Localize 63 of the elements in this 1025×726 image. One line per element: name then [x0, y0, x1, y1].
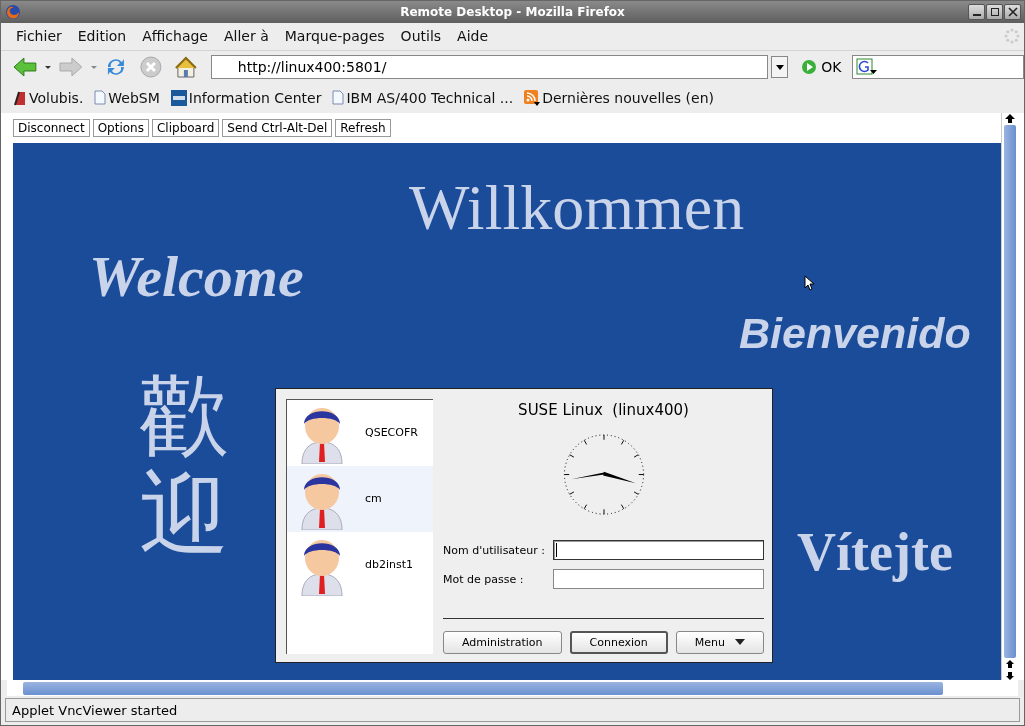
menu-item[interactable]: Aide	[449, 28, 497, 45]
greeting-text: 歡迎	[139, 364, 229, 563]
bookmark-item[interactable]: Volubis.	[13, 89, 84, 106]
caret-icon	[735, 638, 745, 647]
user-item[interactable]: cm	[287, 465, 433, 532]
bookmark-item[interactable]: WebSM	[94, 89, 160, 106]
menu-item[interactable]: Aller à	[216, 28, 277, 45]
minimize-button[interactable]	[968, 3, 985, 20]
throbber-icon	[1004, 28, 1020, 45]
close-icon	[1007, 6, 1018, 17]
go-button[interactable]: OK	[791, 58, 850, 75]
vnc-button[interactable]: Disconnect	[13, 118, 90, 137]
vnc-button[interactable]: Send Ctrl-Alt-Del	[222, 118, 333, 137]
firefox-logo-icon	[5, 3, 21, 20]
bookmark-logo-icon	[13, 89, 27, 106]
bookmark-item[interactable]: Dernières nouvelles (en)	[524, 89, 714, 106]
menu-item[interactable]: Outils	[392, 28, 450, 45]
search-engine-icon[interactable]	[856, 57, 879, 76]
bookmark-item[interactable]: IBM AS/400 Technical ...	[332, 89, 514, 106]
caret-icon	[774, 62, 785, 71]
up-arrow-icon[interactable]	[1005, 112, 1015, 123]
play-icon	[801, 58, 818, 75]
login-button[interactable]: Connexion	[569, 630, 668, 654]
minimize-icon	[972, 13, 981, 16]
input-field[interactable]	[553, 540, 764, 561]
bookmark-logo-icon	[170, 89, 187, 106]
dropdown-button[interactable]	[771, 55, 789, 78]
greeting-text: Vítejte	[797, 520, 953, 583]
maximize-button[interactable]	[986, 3, 1003, 20]
vnc-button[interactable]: Refresh	[335, 118, 391, 137]
field-label: Mot de passe :	[443, 572, 525, 586]
user-item[interactable]: db2inst1	[287, 531, 433, 598]
greeting-text: Willkommen	[409, 170, 745, 245]
login-button[interactable]: Menu	[675, 630, 764, 654]
vertical-scrollbar[interactable]	[1001, 112, 1018, 681]
menu-item[interactable]: Fichier	[8, 28, 70, 45]
window-title: Remote Desktop - Mozilla Firefox	[400, 4, 625, 19]
up-down-arrow-icon[interactable]	[1005, 660, 1015, 681]
page-icon	[94, 90, 107, 106]
user-item[interactable]: QSECOFR	[287, 399, 433, 466]
address-field[interactable]: http://linux400:5801/	[210, 54, 769, 79]
status-text: Applet VncViewer started	[5, 698, 1020, 722]
back-arrow-icon[interactable]	[12, 54, 38, 79]
rss-feed-icon	[524, 89, 541, 106]
menu-item[interactable]: Affichage	[134, 28, 216, 45]
mouse-cursor-icon	[804, 274, 814, 291]
host-title: SUSE Linux (linux400)	[517, 400, 690, 419]
greeting-text: Bienvenido	[739, 308, 971, 358]
home-icon[interactable]	[173, 54, 199, 79]
search-field[interactable]	[852, 54, 1024, 79]
horizontal-scrollbar[interactable]	[7, 680, 1018, 697]
page-icon	[332, 90, 345, 106]
field-label: Nom d'utilisateur :	[443, 543, 546, 557]
login-button[interactable]: Administration	[443, 630, 562, 654]
maximize-icon	[989, 6, 1000, 17]
vnc-button[interactable]: Clipboard	[152, 118, 220, 137]
menu-item[interactable]: Edition	[69, 28, 135, 45]
vnc-button[interactable]: Options	[92, 118, 149, 137]
menu-item[interactable]: Marque-pages	[276, 28, 393, 45]
input-field[interactable]	[553, 569, 764, 590]
bookmark-item[interactable]: Information Center	[170, 89, 322, 106]
close-button[interactable]	[1004, 3, 1021, 20]
greeting-text: Welcome	[89, 242, 304, 310]
